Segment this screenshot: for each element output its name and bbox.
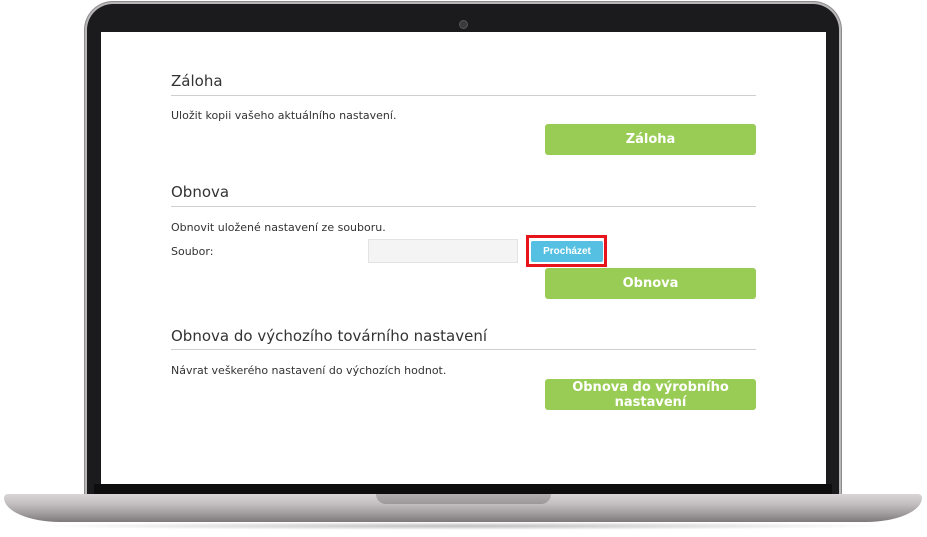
factory-section-title: Obnova do výchozího továrního nastavení <box>171 327 488 345</box>
restore-description: Obnovit uložené nastavení ze souboru. <box>171 221 386 234</box>
file-label: Soubor: <box>171 245 214 258</box>
backup-section-title: Záloha <box>171 72 223 90</box>
factory-description: Návrat veškerého nastavení do výchozích … <box>171 364 447 377</box>
restore-divider <box>171 206 756 207</box>
laptop-base-notch <box>376 494 551 504</box>
webcam-icon <box>459 20 468 29</box>
factory-divider <box>171 349 756 350</box>
restore-section-title: Obnova <box>171 183 230 201</box>
backup-divider <box>171 95 756 96</box>
laptop-shadow <box>30 522 896 530</box>
browse-button[interactable]: Procházet <box>531 241 603 262</box>
backup-description: Uložit kopii vašeho aktuálního nastavení… <box>171 109 397 122</box>
backup-button[interactable]: Záloha <box>545 124 756 155</box>
router-settings-screen: Záloha Uložit kopii vašeho aktuálního na… <box>101 32 826 484</box>
file-path-input[interactable] <box>368 239 518 263</box>
factory-reset-button[interactable]: Obnova do výrobního nastavení <box>545 379 756 410</box>
restore-button[interactable]: Obnova <box>545 268 756 299</box>
